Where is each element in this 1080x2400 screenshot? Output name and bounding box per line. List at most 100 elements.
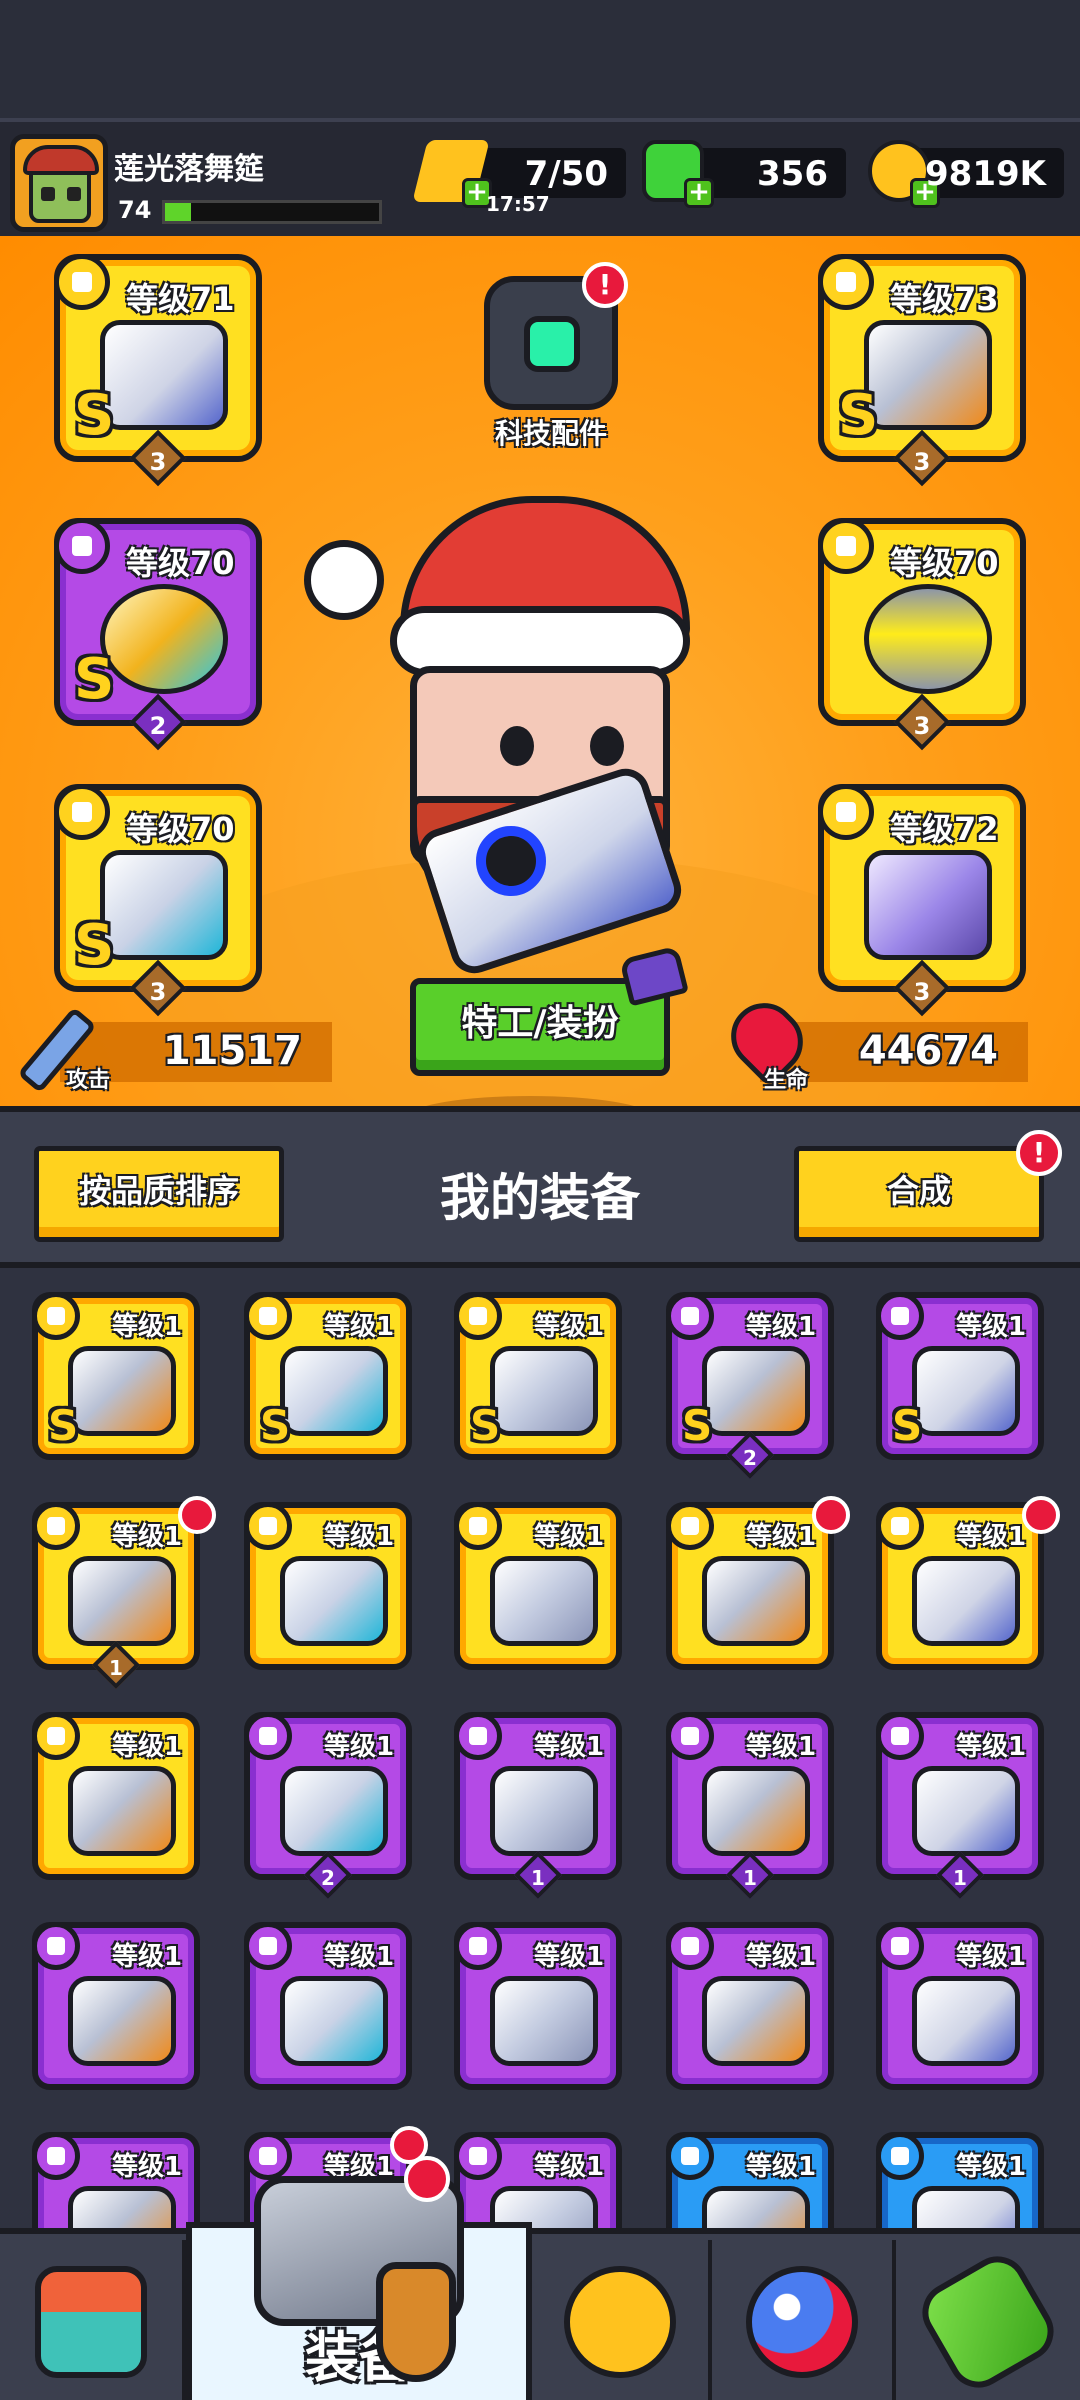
item-type-icon [876, 2132, 924, 2180]
bottom-nav: 装备 [0, 2222, 1080, 2400]
hp-value: 44674 [858, 1028, 998, 1074]
item-level: 等级1 [324, 1942, 395, 1972]
item-art-icon [702, 1346, 810, 1436]
item-level: 等级1 [534, 1942, 605, 1972]
item-level: 等级1 [956, 1312, 1027, 1342]
inventory-item[interactable]: 等级1 [876, 1496, 1060, 1670]
inventory-item[interactable]: 等级1 S [876, 1292, 1044, 1460]
slot-level: 等级70 [126, 810, 235, 848]
inventory-item[interactable]: 等级1 [666, 1496, 850, 1670]
inventory-item[interactable]: 等级1 [666, 1922, 834, 2090]
item-level: 等级1 [324, 1732, 395, 1762]
player-avatar[interactable] [10, 134, 108, 232]
item-level: 等级1 [534, 1312, 605, 1342]
revolver-grip [376, 2262, 456, 2382]
merge-button[interactable]: 合成 [794, 1146, 1044, 1242]
gem-value: 356 [757, 154, 828, 194]
inventory-item[interactable]: 等级1 1 [666, 1712, 834, 1900]
shop-tab[interactable] [0, 2240, 186, 2400]
item-art-icon [280, 1766, 388, 1856]
mech-glove-icon [100, 850, 228, 960]
inventory-item[interactable]: 等级1 1 [876, 1712, 1044, 1900]
equipment-header: 按品质排序 我的装备 合成 ! [0, 1106, 1080, 1268]
equipment-tab-alert [404, 2156, 450, 2202]
item-grade: S [48, 1401, 79, 1450]
slot-grade: S [838, 383, 879, 448]
inventory-item[interactable]: 等级1 1 [32, 1496, 216, 1690]
energy-value: 7/50 [524, 154, 608, 194]
inventory-item[interactable]: 等级1 [32, 1712, 200, 1880]
item-art-icon [912, 2186, 1020, 2228]
plasma-gun-icon [100, 320, 228, 430]
inventory-item[interactable]: 等级1 [32, 1922, 200, 2090]
item-alert-badge [812, 1496, 850, 1534]
slot-grade: S [74, 913, 115, 978]
equipped-armor-slot[interactable]: 等级73 S 3 [818, 254, 1026, 487]
xp-bar [162, 200, 382, 224]
slot-level: 等级70 [126, 544, 235, 582]
item-art-icon [702, 1556, 810, 1646]
item-art-icon [912, 1556, 1020, 1646]
equipped-gloves-slot[interactable]: 等级70 S 3 [54, 784, 262, 1017]
item-art-icon [280, 1556, 388, 1646]
equipped-boots-slot[interactable]: 等级72 3 [818, 784, 1026, 1017]
inventory-item[interactable]: 等级1 S [32, 1292, 200, 1460]
energy-timer: 17:57 [486, 192, 550, 216]
inventory-item[interactable]: 等级1 [454, 1922, 622, 2090]
slot-stars: 3 [149, 448, 167, 476]
gene-tab[interactable] [896, 2240, 1080, 2400]
equipped-ring-slot[interactable]: 等级70 S 2 [54, 518, 262, 751]
item-art-icon [68, 1766, 176, 1856]
boots-type-icon [818, 784, 874, 840]
equipped-belt-slot[interactable]: 等级70 3 [818, 518, 1026, 751]
item-art-icon [68, 1346, 176, 1436]
slot-stars: 2 [149, 712, 167, 740]
inventory-item[interactable]: 等级1 [244, 1922, 412, 2090]
item-level: 等级1 [956, 1732, 1027, 1762]
glove-type-icon [54, 784, 110, 840]
equipped-weapon-slot[interactable]: 等级71 S 3 [54, 254, 262, 487]
item-art-icon [912, 1976, 1020, 2066]
item-alert-badge [178, 1496, 216, 1534]
inventory-item[interactable]: 等级1 [876, 2132, 1044, 2228]
inventory-item[interactable]: 等级1 S 2 [666, 1292, 834, 1480]
slot-level: 等级71 [126, 280, 235, 318]
inventory-item[interactable]: 等级1 [454, 1502, 622, 1670]
battle-tab[interactable] [532, 2240, 712, 2400]
inventory-item[interactable]: 等级1 2 [244, 1712, 412, 1900]
inventory-grid[interactable]: 等级1 S 等级1 S 等级1 S 等级1 S 2 等级1 S 等级1 1 等级1 等级1 等级1 等级1 等级1… [0, 1268, 1080, 2228]
inventory-item[interactable]: 等级1 S [454, 1292, 622, 1460]
inventory-item[interactable]: 等级1 S [244, 1292, 412, 1460]
item-stars: 1 [531, 1866, 545, 1890]
inventory-item[interactable]: 等级1 [454, 2132, 622, 2228]
item-level: 等级1 [746, 1732, 817, 1762]
gacha-tab[interactable] [712, 2240, 896, 2400]
item-type-icon [454, 1292, 502, 1340]
ball-icon [746, 2266, 858, 2378]
inventory-item[interactable]: 等级1 [666, 2132, 834, 2228]
item-level: 等级1 [324, 1522, 395, 1552]
attack-label: 攻击 [66, 1068, 111, 1093]
inventory-item[interactable]: 等级1 1 [454, 1712, 622, 1900]
avatar-eye [67, 187, 81, 201]
tech-parts-button[interactable]: 科技配件 ! [476, 262, 628, 450]
slot-grade: S [74, 383, 115, 448]
inventory-item[interactable]: 等级1 [32, 2132, 200, 2228]
gem-counter[interactable]: + 356 [642, 140, 846, 208]
item-alert-badge [1022, 1496, 1060, 1534]
item-type-icon [454, 1712, 502, 1760]
add-gems-button[interactable]: + [684, 178, 714, 208]
item-type-icon [876, 1712, 924, 1760]
coin-counter[interactable]: + 9819K [868, 140, 1064, 208]
inventory-item[interactable]: 等级1 [876, 1922, 1044, 2090]
inventory-item[interactable]: 等级1 [244, 1502, 412, 1670]
dna-capsule-icon [911, 2245, 1065, 2399]
item-type-icon [454, 1502, 502, 1550]
item-type-icon [454, 1922, 502, 1970]
item-level: 等级1 [112, 2152, 183, 2182]
energy-counter[interactable]: + 7/50 [412, 140, 626, 208]
slot-stars: 3 [913, 712, 931, 740]
item-stars: 2 [743, 1446, 757, 1470]
hero-eye [590, 726, 624, 766]
item-level: 等级1 [746, 1522, 817, 1552]
